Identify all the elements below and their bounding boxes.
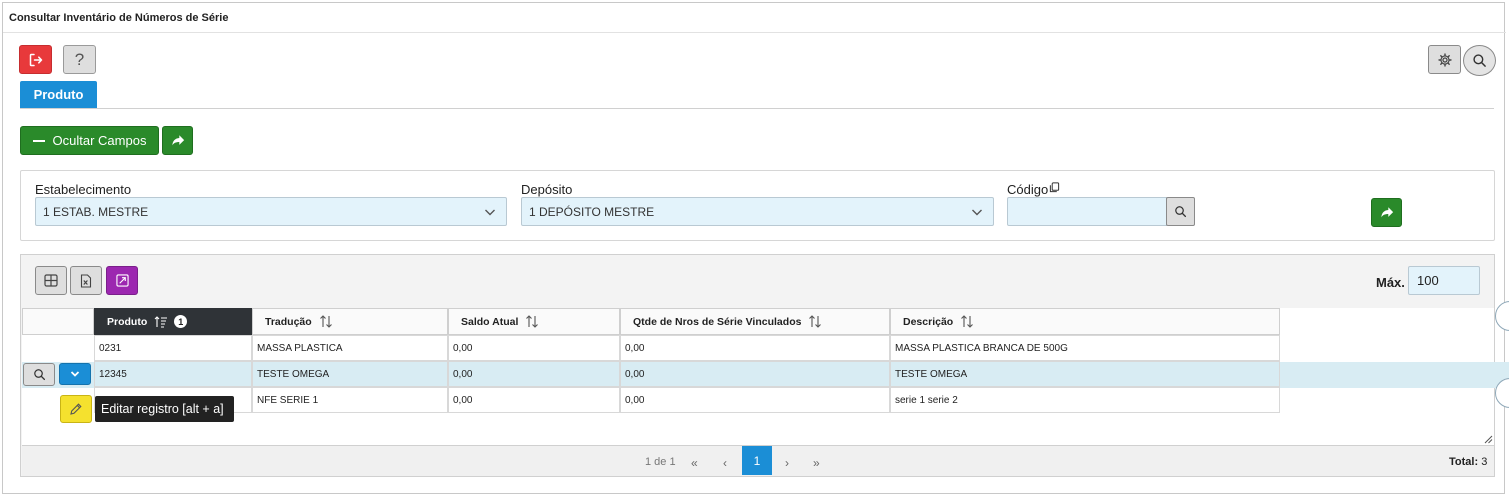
prev-page-icon[interactable]: ‹ [723,456,727,470]
cell-traducao: TESTE OMEGA [252,361,448,387]
export-excel-button[interactable] [70,266,102,295]
title-divider [3,32,1506,33]
sort-asc-icon [154,315,168,328]
expand-icon [115,274,129,287]
search-icon [1473,54,1486,67]
cell-descricao: serie 1 serie 2 [890,387,1280,413]
tab-divider [20,108,1494,109]
apply-filter-button[interactable] [1371,198,1402,227]
codigo-search-button[interactable] [1166,197,1195,226]
share-button[interactable] [162,126,193,155]
row-expand-button[interactable] [59,363,91,385]
estabelecimento-value: 1 ESTAB. MESTRE [43,204,149,219]
chevron-down-icon [70,371,80,377]
edit-tooltip: Editar registro [alt + a] [95,396,234,422]
resize-handle-icon[interactable] [1484,435,1493,444]
cell-traducao: NFE SERIE 1 [252,387,448,413]
global-search-button[interactable] [1463,45,1496,76]
current-page[interactable]: 1 [742,446,772,475]
deposito-select[interactable]: 1 DEPÓSITO MESTRE [521,197,994,226]
exit-icon [29,53,42,66]
column-header-qtde[interactable]: Qtde de Nros de Série Vinculados [620,308,890,335]
settings-button[interactable] [1428,45,1461,74]
window-title: Consultar Inventário de Números de Série [9,12,229,24]
cell-produto: 0231 [94,335,252,361]
max-input[interactable]: 100 [1408,266,1480,295]
table-icon [44,274,58,287]
estabelecimento-select[interactable]: 1 ESTAB. MESTRE [35,197,507,226]
share-arrow-icon [171,135,184,146]
chevron-down-icon [485,209,495,216]
help-button[interactable]: ? [63,45,96,74]
column-label: Descrição [903,315,954,328]
column-label: Produto [107,315,148,328]
cell-descricao: MASSA PLASTICA BRANCA DE 500G [890,335,1280,361]
total-value: 3 [1481,456,1488,468]
column-header-produto[interactable]: Produto 1 [94,308,252,335]
cell-saldo: 0,00 [448,361,620,387]
exit-button[interactable] [19,45,52,74]
cell-produto: 12345 [94,361,252,387]
edit-record-button[interactable] [60,395,92,423]
gear-icon [1437,52,1452,67]
sort-order-badge: 1 [174,315,188,328]
codigo-input[interactable] [1007,197,1167,226]
cell-descricao: TESTE OMEGA [890,361,1280,387]
first-page-icon[interactable]: « [691,456,698,470]
cell-traducao: MASSA PLASTICA [252,335,448,361]
column-label: Saldo Atual [461,315,519,328]
max-label: Máx. [1376,275,1405,290]
row-view-button[interactable] [23,363,55,386]
deposito-value: 1 DEPÓSITO MESTRE [529,204,655,219]
minus-icon [32,139,45,142]
cell-saldo: 0,00 [448,335,620,361]
cell-qtde: 0,00 [620,335,890,361]
hide-fields-label: Ocultar Campos [52,133,147,148]
codigo-label-text: Código [1007,182,1049,197]
cell-qtde: 0,00 [620,361,890,387]
hide-fields-button[interactable]: Ocultar Campos [20,126,159,155]
tab-produto[interactable]: Produto [20,81,97,108]
sort-icon [319,315,333,328]
sort-icon [960,315,974,328]
excel-icon [80,273,92,288]
expand-grid-button[interactable] [106,266,138,295]
column-label: Qtde de Nros de Série Vinculados [633,315,802,328]
sort-icon [808,315,822,328]
copy-icon [1050,182,1060,193]
column-header-saldo[interactable]: Saldo Atual [448,308,620,335]
column-header-descricao[interactable]: Descrição [890,308,1280,335]
share-arrow-icon [1380,207,1393,218]
codigo-label: Código [1007,182,1060,197]
next-page-icon[interactable]: › [785,456,789,470]
sort-icon [525,315,539,328]
estabelecimento-label: Estabelecimento [35,182,132,197]
column-label: Tradução [265,315,312,328]
column-header-traducao[interactable]: Tradução [252,308,448,335]
chevron-down-icon [972,209,982,216]
deposito-label: Depósito [521,182,573,197]
last-page-icon[interactable]: » [813,456,820,470]
cell-saldo: 0,00 [448,387,620,413]
columns-button[interactable] [35,266,67,295]
search-icon [1175,206,1187,218]
cell-qtde: 0,00 [620,387,890,413]
actions-column-header [22,308,94,335]
total-count: Total: 3 [1449,456,1487,468]
total-label: Total: [1449,456,1479,468]
pencil-icon [70,403,82,415]
page-info: 1 de 1 [645,456,676,468]
search-icon [33,369,45,381]
